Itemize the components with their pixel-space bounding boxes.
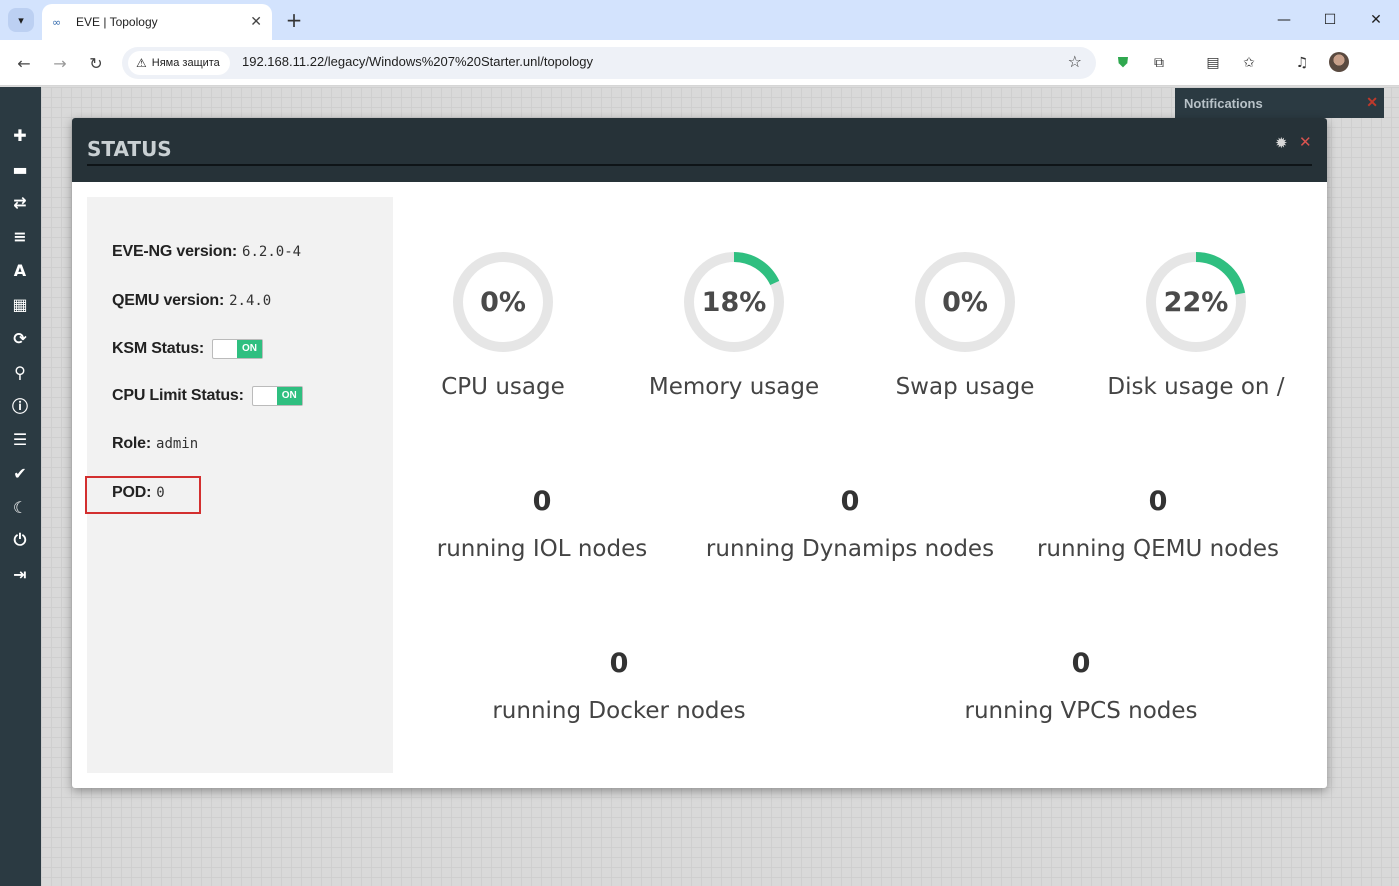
new-tab-icon[interactable]: + xyxy=(284,8,304,32)
docker-nodes-label: running Docker nodes xyxy=(492,698,746,724)
info-icon[interactable]: ⓘ xyxy=(8,393,32,417)
browser-tab[interactable]: ∞ EVE | Topology ✕ xyxy=(42,4,272,40)
address-bar: ← → ↻ ⚠ Няма защита 192.168.11.22/legacy… xyxy=(0,40,1399,86)
docker-nodes-count: 0 xyxy=(609,648,629,679)
memory-usage-label: Memory usage xyxy=(648,374,820,400)
qemu-version-value: 2.4.0 xyxy=(229,293,272,309)
disk-usage-gauge: 22% xyxy=(1141,247,1251,357)
iol-nodes-label: running IOL nodes xyxy=(436,536,648,562)
ksm-toggle-on-label: ON xyxy=(237,340,263,358)
shield-extension-icon[interactable]: ⛊ xyxy=(1112,52,1134,74)
status-modal: STATUS ✹ ✕ EVE-NG version: 6.2.0-4 QEMU … xyxy=(72,118,1327,788)
memory-usage-gauge: 18% xyxy=(679,247,789,357)
url-text[interactable]: 192.168.11.22/legacy/Windows%207%20Start… xyxy=(242,54,593,69)
dynamips-nodes-count: 0 xyxy=(840,486,860,517)
role-label: Role: xyxy=(112,435,152,452)
header-divider xyxy=(87,164,1312,166)
media-control-icon[interactable]: ♫ xyxy=(1291,52,1313,74)
role-row: Role: admin xyxy=(112,435,198,453)
dark-mode-moon-icon[interactable]: ☾ xyxy=(8,495,32,519)
disk-usage-value: 22% xyxy=(1163,286,1229,318)
cpu-limit-toggle-on-label: ON xyxy=(276,387,302,405)
eve-version-row: EVE-NG version: 6.2.0-4 xyxy=(112,243,301,261)
ksm-status-row: KSM Status: ON xyxy=(112,339,264,359)
eve-version-value: 6.2.0-4 xyxy=(242,244,302,260)
power-icon[interactable]: ⏻ xyxy=(8,528,32,552)
tab-close-icon[interactable]: ✕ xyxy=(250,14,262,30)
reload-icon[interactable]: ↻ xyxy=(84,51,108,75)
omnibox[interactable]: ⚠ Няма защита 192.168.11.22/legacy/Windo… xyxy=(122,47,1096,79)
swap-usage-label: Swap usage xyxy=(895,374,1035,400)
memory-usage-value: 18% xyxy=(701,286,767,318)
pod-highlight-box xyxy=(85,476,201,514)
swap-usage-value: 0% xyxy=(942,286,988,318)
vpcs-nodes-label: running VPCS nodes xyxy=(964,698,1198,724)
grid-icon[interactable]: ▦ xyxy=(8,292,32,316)
window-close-icon[interactable]: ✕ xyxy=(1353,0,1399,40)
iol-nodes-count: 0 xyxy=(532,486,552,517)
eve-sidebar: ✚ ▬ ⇄ ≡ A ▦ ⟳ ⚲ ⓘ ☰ ✔ ☾ ⏻ ⇥ xyxy=(0,87,41,886)
zoom-icon[interactable]: ⚲ xyxy=(8,360,32,384)
qemu-nodes-count: 0 xyxy=(1148,486,1168,517)
notifications-title: Notifications xyxy=(1184,96,1263,111)
cpu-limit-label: CPU Limit Status: xyxy=(112,387,244,404)
nodes-drive-icon[interactable]: ▬ xyxy=(8,157,32,181)
add-icon[interactable]: ✚ xyxy=(8,123,32,147)
modal-title: STATUS xyxy=(87,137,172,161)
eve-version-label: EVE-NG version: xyxy=(112,243,238,260)
cpu-limit-toggle[interactable]: ON xyxy=(251,386,303,406)
dynamips-nodes-label: running Dynamips nodes xyxy=(705,536,995,562)
qemu-version-row: QEMU version: 2.4.0 xyxy=(112,292,271,310)
tab-title: EVE | Topology xyxy=(76,15,158,29)
disk-usage-label: Disk usage on / xyxy=(1107,374,1285,400)
qemu-version-label: QEMU version: xyxy=(112,292,225,309)
minimize-icon[interactable]: — xyxy=(1261,0,1307,40)
labs-list-icon[interactable]: ☰ xyxy=(8,427,32,451)
notifications-close-icon[interactable]: ✕ xyxy=(1366,94,1378,111)
status-check-icon[interactable]: ✔ xyxy=(8,461,32,485)
role-value: admin xyxy=(156,436,199,452)
cpu-limit-row: CPU Limit Status: ON xyxy=(112,386,303,406)
security-chip[interactable]: ⚠ Няма защита xyxy=(128,51,230,75)
refresh-icon[interactable]: ⟳ xyxy=(8,326,32,350)
notifications-panel: Notifications ✕ xyxy=(1175,88,1384,118)
warning-icon: ⚠ xyxy=(136,56,147,70)
browser-tab-bar: ▾ ∞ EVE | Topology ✕ + — ☐ ✕ xyxy=(0,0,1399,40)
reading-mode-icon[interactable]: ▤ xyxy=(1202,52,1224,74)
system-info-panel: EVE-NG version: 6.2.0-4 QEMU version: 2.… xyxy=(85,197,393,773)
logout-icon[interactable]: ⇥ xyxy=(8,562,32,586)
modal-header: STATUS ✹ ✕ xyxy=(72,118,1327,182)
tab-search-chevron-icon[interactable]: ▾ xyxy=(8,8,34,32)
startup-config-icon[interactable]: ≡ xyxy=(8,224,32,248)
networks-arrows-icon[interactable]: ⇄ xyxy=(8,190,32,214)
bookmark-star-icon[interactable]: ☆ xyxy=(1068,52,1082,71)
text-icon[interactable]: A xyxy=(8,258,32,282)
swap-usage-gauge: 0% xyxy=(910,247,1020,357)
settings-gear-icon[interactable]: ✹ xyxy=(1275,134,1288,152)
cpu-usage-label: CPU usage xyxy=(441,374,565,400)
forward-icon[interactable]: → xyxy=(48,51,72,75)
modal-close-icon[interactable]: ✕ xyxy=(1299,133,1312,151)
qemu-nodes-label: running QEMU nodes xyxy=(1036,536,1280,562)
favorites-icon[interactable]: ✩ xyxy=(1238,52,1260,74)
ksm-status-label: KSM Status: xyxy=(112,340,205,357)
back-icon[interactable]: ← xyxy=(12,51,36,75)
profile-avatar[interactable] xyxy=(1329,52,1349,72)
security-label: Няма защита xyxy=(151,57,220,69)
cpu-usage-value: 0% xyxy=(480,286,526,318)
ksm-status-toggle[interactable]: ON xyxy=(212,339,264,359)
cpu-usage-gauge: 0% xyxy=(448,247,558,357)
eve-favicon-icon: ∞ xyxy=(52,16,62,29)
maximize-icon[interactable]: ☐ xyxy=(1307,0,1353,40)
extensions-puzzle-icon[interactable]: ⧉ xyxy=(1148,52,1170,74)
vpcs-nodes-count: 0 xyxy=(1071,648,1091,679)
